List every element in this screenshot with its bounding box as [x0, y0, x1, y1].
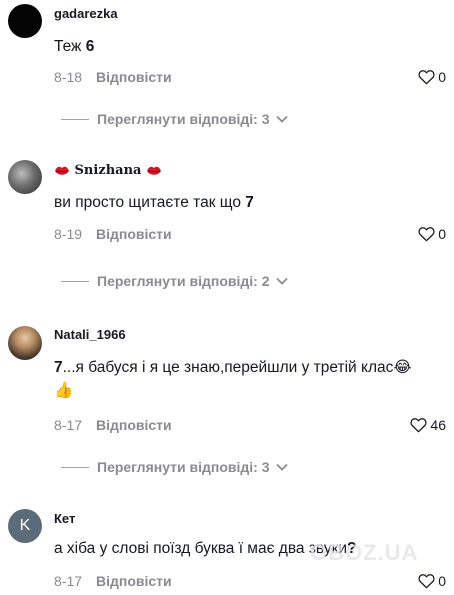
- thumbs-up-emoji: 👍: [54, 381, 74, 399]
- avatar[interactable]: [8, 160, 42, 194]
- reply-button[interactable]: Відповісти: [96, 69, 172, 85]
- comment-text: Теж 6: [54, 38, 95, 55]
- comment-meta: 8-17 Відповісти 46: [54, 416, 446, 434]
- comment-text: 7...я бабуся і я це знаю,перейшли у трет…: [54, 358, 412, 399]
- avatar[interactable]: [8, 4, 42, 38]
- divider-line: [61, 466, 89, 468]
- like-button[interactable]: 0: [418, 69, 446, 85]
- heart-icon: [418, 70, 435, 85]
- chevron-down-icon: [275, 277, 288, 285]
- view-replies-label: Переглянути відповіді: 3: [97, 459, 270, 475]
- comment-username[interactable]: Кет: [54, 511, 75, 526]
- chevron-down-icon: [275, 463, 288, 471]
- laughing-emoji: 😂: [393, 358, 412, 376]
- reply-button[interactable]: Відповісти: [96, 573, 172, 589]
- avatar[interactable]: [8, 326, 42, 360]
- comment-meta: 8-19 Відповісти 0: [54, 225, 446, 243]
- divider-line: [61, 118, 89, 120]
- watermark: OBOZ.UA: [310, 540, 419, 565]
- divider-line: [61, 280, 89, 282]
- view-replies-button[interactable]: Переглянути відповіді: 3: [61, 110, 288, 128]
- view-replies-label: Переглянути відповіді: 2: [97, 273, 270, 289]
- heart-icon: [418, 227, 435, 242]
- comment-meta: 8-18 Відповісти 0: [54, 68, 446, 86]
- like-count: 46: [430, 417, 446, 433]
- avatar[interactable]: K: [8, 509, 42, 543]
- lips-icon: [146, 166, 161, 175]
- comment-username[interactable]: Natali_1966: [54, 327, 126, 342]
- comment-meta: 8-17 Відповісти 0: [54, 572, 446, 590]
- comment-username[interactable]: gadarezka: [54, 6, 118, 21]
- reply-button[interactable]: Відповісти: [96, 417, 172, 433]
- comment-date: 8-17: [54, 573, 83, 589]
- comment-date: 8-18: [54, 69, 83, 85]
- like-button[interactable]: 46: [410, 417, 446, 433]
- heart-icon: [418, 574, 435, 589]
- reply-button[interactable]: Відповісти: [96, 226, 172, 242]
- comment-text: ви просто щитаєте так що 7: [54, 194, 254, 211]
- view-replies-label: Переглянути відповіді: 3: [97, 111, 270, 127]
- like-count: 0: [438, 573, 446, 589]
- view-replies-button[interactable]: Переглянути відповіді: 2: [61, 272, 288, 290]
- comment-username[interactable]: Snizhana: [54, 163, 162, 178]
- like-count: 0: [438, 69, 446, 85]
- heart-icon: [410, 418, 428, 433]
- lips-icon: [55, 166, 69, 175]
- comment-date: 8-19: [54, 226, 83, 242]
- like-count: 0: [438, 226, 446, 242]
- view-replies-button[interactable]: Переглянути відповіді: 3: [61, 458, 288, 476]
- comment-date: 8-17: [54, 417, 83, 433]
- avatar-letter: K: [19, 517, 31, 534]
- like-button[interactable]: 0: [418, 573, 446, 589]
- like-button[interactable]: 0: [418, 226, 446, 242]
- chevron-down-icon: [275, 115, 288, 123]
